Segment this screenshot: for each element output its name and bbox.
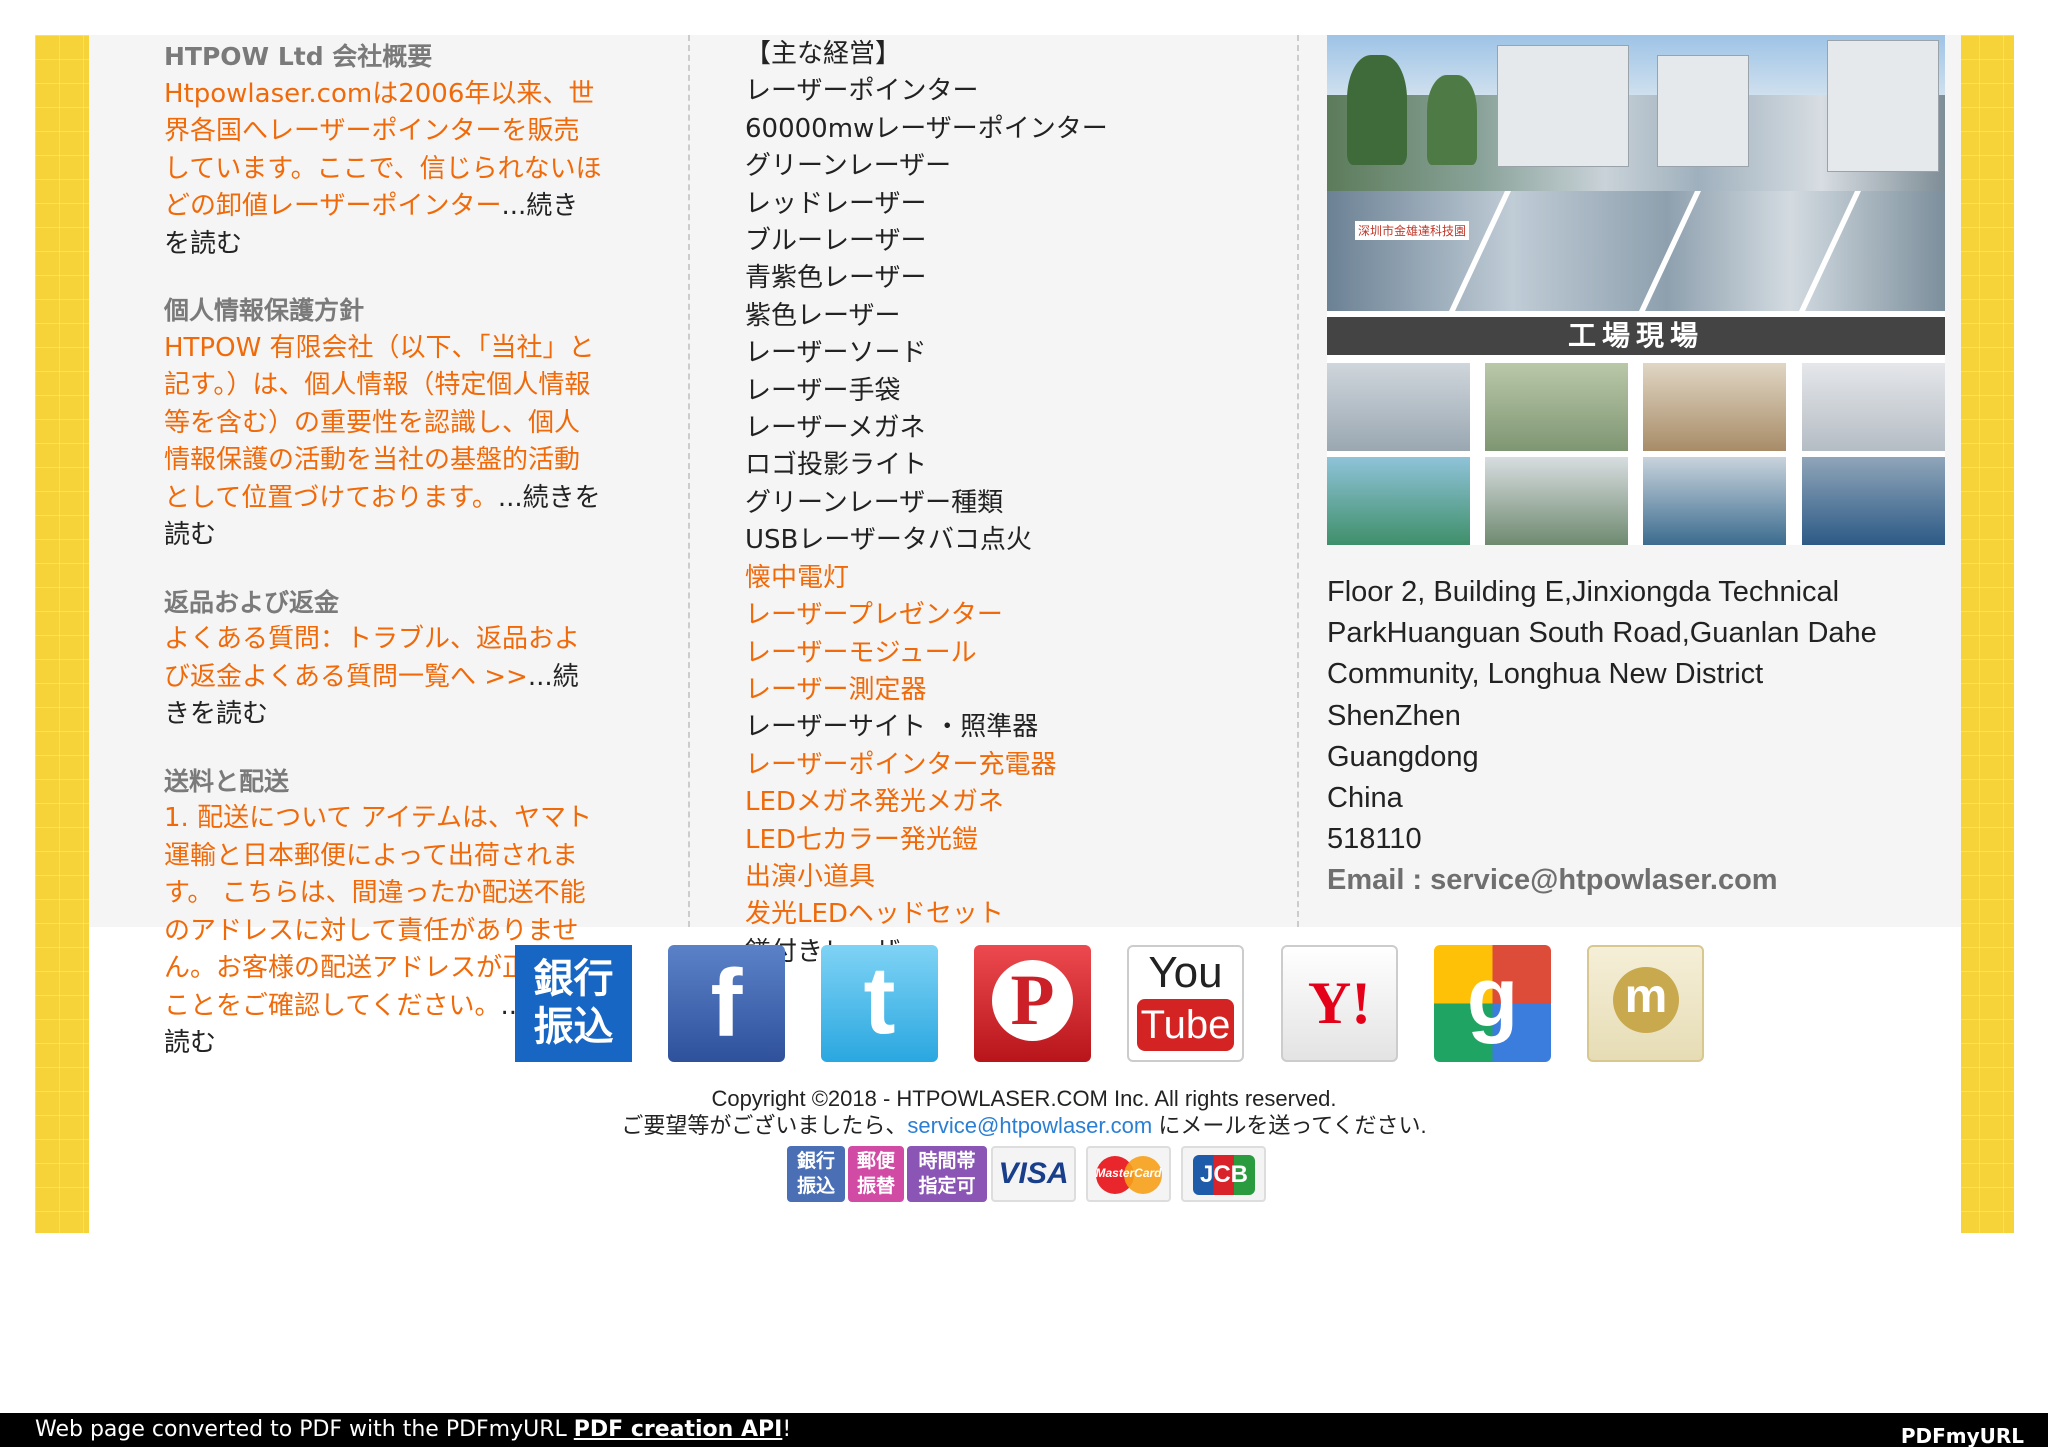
column-separator xyxy=(688,35,690,927)
factory-image: 深圳市金雄達科技園 工場現場 xyxy=(1327,35,1945,545)
business-list-item[interactable]: 发光LEDヘッドセット xyxy=(745,896,1305,933)
factory-exterior-photo xyxy=(1327,35,1945,191)
business-list: レーザーポインター 60000mwレーザーポインター グリーンレーザー レッドレーザー… xyxy=(745,73,1305,971)
conversion-text: Web page converted to PDF with the PDFmy… xyxy=(35,1417,574,1442)
mastercard-label: MasterCard xyxy=(1095,1166,1162,1180)
twitter-icon[interactable]: t xyxy=(821,945,938,1062)
business-heading: 【主な経営】 xyxy=(745,39,902,69)
business-list-item[interactable]: レーザーソード xyxy=(745,335,1305,372)
address-line: Community, Longhua New District xyxy=(1327,658,1764,691)
address-block: Floor 2, Building E,Jinxiongda Technical… xyxy=(1327,572,1877,902)
mixi-icon[interactable]: m xyxy=(1587,945,1704,1062)
yahoo-letter: Y! xyxy=(1307,970,1372,1036)
jcb-icon: JCB xyxy=(1181,1146,1266,1202)
business-list-item[interactable]: レーザープレゼンター xyxy=(745,597,1305,634)
bank-transfer-icon[interactable]: 銀行振込 xyxy=(515,945,632,1062)
mixi-letter: m xyxy=(1613,967,1679,1033)
time-slot-badge: 時間帯 指定可 xyxy=(907,1146,987,1202)
address-line: 518110 xyxy=(1327,823,1422,856)
facebook-icon[interactable]: f xyxy=(668,945,785,1062)
pdf-api-link[interactable]: PDF creation API xyxy=(574,1417,783,1442)
youtube-icon[interactable]: You Tube xyxy=(1127,945,1244,1062)
postal-badge-bottom: 振替 xyxy=(856,1175,895,1197)
company-heading: HTPOW Ltd 会社概要 xyxy=(164,42,433,71)
postal-badge-top: 郵便 xyxy=(856,1150,895,1172)
business-list-item[interactable]: グリーンレーザー xyxy=(745,148,1305,185)
factory-banner: 工場現場 xyxy=(1327,317,1945,355)
business-list-item[interactable]: USBレーザータバコ点火 xyxy=(745,522,1305,559)
privacy-section: 個人情報保護方針 HTPOW 有限会社（以下、「当社」と記す。）は、個人情報（特… xyxy=(164,292,604,555)
business-list-item[interactable]: 60000mwレーザーポインター xyxy=(745,111,1305,148)
business-list-item[interactable]: レーザーサイト ・照準器 xyxy=(745,709,1305,746)
bank-transfer-label: 銀行振込 xyxy=(533,956,614,1050)
address-line: ShenZhen xyxy=(1327,699,1461,732)
contact-prefix: ご要望等がございましたら、 xyxy=(621,1113,908,1138)
business-list-item[interactable]: レーザーポインター充電器 xyxy=(745,747,1305,784)
youtube-tube: Tube xyxy=(1137,999,1234,1051)
email-link[interactable]: Email : service@htpowlaser.com xyxy=(1327,860,1877,901)
address-line: China xyxy=(1327,782,1403,815)
returns-heading: 返品および返金 xyxy=(164,587,340,617)
factory-photo-grid xyxy=(1327,363,1945,545)
bank-transfer-badge: 銀行 振込 xyxy=(787,1146,845,1202)
facebook-letter: f xyxy=(710,950,743,1057)
factory-sign: 深圳市金雄達科技園 xyxy=(1355,221,1470,240)
business-list-item[interactable]: レーザー測定器 xyxy=(745,672,1305,709)
contact-suffix: にメールを送ってください. xyxy=(1152,1113,1427,1138)
visa-icon: VISA xyxy=(991,1146,1076,1202)
twitter-letter: t xyxy=(863,947,896,1054)
business-list-item[interactable]: 青紫色レーザー xyxy=(745,260,1305,297)
business-list-item[interactable]: 出演小道具 xyxy=(745,859,1305,896)
jcb-label: JCB xyxy=(1193,1155,1255,1195)
business-list-item[interactable]: ロゴ投影ライト xyxy=(745,447,1305,484)
business-list-item[interactable]: レーザーモジュール xyxy=(745,635,1305,672)
visa-label: VISA xyxy=(998,1157,1069,1190)
pdf-conversion-bar: Web page converted to PDF with the PDFmy… xyxy=(0,1413,2048,1448)
business-list-item[interactable]: 紫色レーザー xyxy=(745,298,1305,335)
bank-badge-bottom: 振込 xyxy=(796,1175,835,1197)
pdfmyurl-logo[interactable]: PDFmyURL xyxy=(1901,1419,2024,1453)
conversion-end: ! xyxy=(782,1417,792,1442)
google-icon[interactable]: g xyxy=(1434,945,1551,1062)
youtube-you: You xyxy=(1148,948,1223,997)
business-list-item[interactable]: レーザー手袋 xyxy=(745,373,1305,410)
time-badge-top: 時間帯 xyxy=(918,1150,976,1172)
privacy-heading: 個人情報保護方針 xyxy=(164,296,365,325)
business-column: 【主な経営】 レーザーポインター 60000mwレーザーポインター グリーンレーザー… xyxy=(745,36,1305,971)
address-line: Guangdong xyxy=(1327,740,1479,773)
google-letter: g xyxy=(1466,950,1519,1044)
returns-section: 返品および返金 よくある質問：トラブル、返品および返金よくある質問一覧へ >>.… xyxy=(164,584,604,734)
business-list-item[interactable]: 懐中電灯 xyxy=(745,560,1305,597)
business-list-item[interactable]: レーザーポインター xyxy=(745,73,1305,110)
returns-link[interactable]: よくある質問：トラブル、返品および返金よくある質問一覧へ >> xyxy=(164,624,580,692)
address-line: Floor 2, Building E,Jinxiongda Technical xyxy=(1327,576,1840,608)
factory-workshop-photo: 深圳市金雄達科技園 xyxy=(1327,191,1945,311)
pinterest-icon[interactable]: P xyxy=(974,945,1091,1062)
shipping-heading: 送料と配送 xyxy=(164,766,290,796)
business-list-item[interactable]: LEDメガネ発光メガネ xyxy=(745,784,1305,821)
contact-email-link[interactable]: service@htpowlaser.com xyxy=(907,1113,1152,1138)
business-list-item[interactable]: LED七カラー発光鎧 xyxy=(745,822,1305,859)
address-line: ParkHuanguan South Road,Guanlan Dahe xyxy=(1327,617,1877,650)
info-column: HTPOW Ltd 会社概要 Htpowlaser.comは2006年以来、世界… xyxy=(164,38,604,1092)
business-list-item[interactable]: レーザーメガネ xyxy=(745,410,1305,447)
business-list-item[interactable]: ブルーレーザー xyxy=(745,223,1305,260)
contact-line: ご要望等がございましたら、service@htpowlaser.com にメール… xyxy=(0,1108,2048,1140)
time-badge-bottom: 指定可 xyxy=(918,1175,976,1197)
bank-badge-top: 銀行 xyxy=(796,1150,835,1172)
business-list-item[interactable]: グリーンレーザー種類 xyxy=(745,485,1305,522)
mastercard-icon: MasterCard xyxy=(1086,1146,1171,1202)
business-list-item[interactable]: レッドレーザー xyxy=(745,186,1305,223)
postal-transfer-badge: 郵便 振替 xyxy=(848,1146,904,1202)
company-section: HTPOW Ltd 会社概要 Htpowlaser.comは2006年以来、世界… xyxy=(164,38,604,263)
pinterest-letter: P xyxy=(992,960,1073,1041)
yahoo-icon[interactable]: Y! xyxy=(1281,945,1398,1062)
